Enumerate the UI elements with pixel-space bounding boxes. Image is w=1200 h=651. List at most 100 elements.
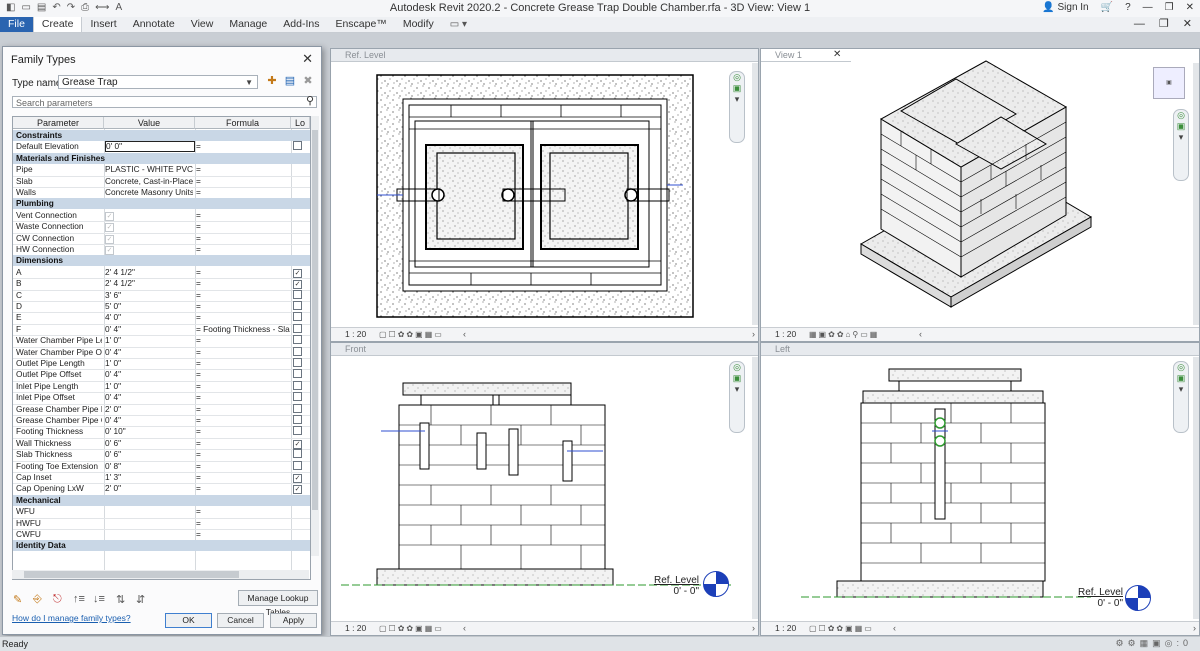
lock-checkbox[interactable] <box>293 449 303 461</box>
tab-insert[interactable]: Insert <box>82 17 124 32</box>
lock-checkbox[interactable] <box>293 369 303 381</box>
search-icon[interactable]: ⚲ <box>306 95 314 107</box>
view-ref-level[interactable]: Ref. Level ◎ ▣ ▾ 1: 20 ▢☐✿✿▣▦▭ ‹ › <box>330 48 759 342</box>
tab-enscape[interactable]: Enscape™ <box>327 17 394 32</box>
parameter-formula[interactable]: = <box>196 278 290 289</box>
close-window-icon[interactable]: ✕ <box>1186 2 1194 13</box>
tab-add-ins[interactable]: Add-Ins <box>275 17 327 32</box>
tab-file[interactable]: File <box>0 17 33 32</box>
new-type-icon[interactable]: ✚ <box>265 74 279 88</box>
value-checkbox[interactable]: ✓ <box>105 223 114 233</box>
parameter-value[interactable]: ✓ <box>105 221 193 233</box>
lock-checkbox[interactable]: ✓ <box>293 278 303 290</box>
parameter-formula[interactable]: = <box>196 506 290 517</box>
cart-icon[interactable]: 🛒 <box>1101 2 1113 13</box>
column-header-parameter[interactable]: Parameter <box>13 117 104 129</box>
parameter-formula[interactable]: = <box>196 244 290 255</box>
view-front[interactable]: Front Ref. Level 0' - 0" ◎ ▣ ▾ 1: 20 ▢☐… <box>330 342 759 636</box>
lock-checkbox[interactable] <box>293 346 303 359</box>
parameter-value[interactable]: 0' 4" <box>105 324 193 335</box>
parameter-formula[interactable]: = <box>196 358 290 369</box>
lock-checkbox[interactable] <box>293 323 303 336</box>
vertical-scrollbar[interactable] <box>752 63 758 325</box>
lock-checkbox[interactable]: ✓ <box>293 472 303 483</box>
lock-checkbox[interactable] <box>293 380 303 393</box>
parameter-value[interactable]: ✓ <box>105 244 193 255</box>
grid-horizontal-scrollbar[interactable] <box>12 570 309 579</box>
parameter-value[interactable]: 4' 0" <box>105 312 193 323</box>
grid-vertical-scrollbar[interactable] <box>311 116 319 556</box>
parameter-value[interactable]: 0' 4" <box>105 347 193 358</box>
parameter-value[interactable]: 2' 0" <box>105 404 193 415</box>
column-header-formula[interactable]: Formula <box>195 117 291 129</box>
lock-checkbox[interactable] <box>293 358 303 370</box>
parameter-formula[interactable]: = <box>196 267 290 278</box>
parameter-formula[interactable]: = <box>196 141 290 152</box>
vertical-scrollbar[interactable] <box>752 357 758 619</box>
tab-annotate[interactable]: Annotate <box>125 17 183 32</box>
parameter-formula[interactable]: = <box>196 176 290 187</box>
scrollbar-thumb[interactable] <box>24 571 239 578</box>
parameter-value[interactable]: 1' 0" <box>105 358 193 369</box>
parameter-value[interactable]: 0' 6" <box>105 438 193 449</box>
parameter-value[interactable]: Concrete Masonry Units <box>105 187 193 198</box>
scroll-left-icon[interactable]: ‹ <box>463 328 466 341</box>
help-link[interactable]: How do I manage family types? <box>12 613 131 623</box>
rename-type-icon[interactable]: ▤ <box>283 74 297 88</box>
lock-checkbox[interactable]: ✓ <box>293 267 303 278</box>
tab-modify[interactable]: Modify <box>395 17 442 32</box>
parameter-value[interactable]: 0' 10" <box>105 426 193 437</box>
type-name-select[interactable]: Grease Trap ▼ <box>58 75 258 89</box>
scroll-left-icon[interactable]: ‹ <box>893 622 896 635</box>
parameter-formula[interactable]: = <box>196 483 290 494</box>
parameter-formula[interactable]: = Footing Thickness - Slab T <box>196 324 290 335</box>
parameter-formula[interactable]: = <box>196 210 290 221</box>
lock-checkbox[interactable] <box>293 426 303 438</box>
dialog-close-icon[interactable]: ✕ <box>302 51 313 67</box>
scrollbar-thumb[interactable] <box>312 130 318 510</box>
level-tag[interactable]: Ref. Level 0' - 0" <box>1065 587 1123 609</box>
parameter-value[interactable]: 0' 8" <box>105 461 193 472</box>
parameter-formula[interactable]: = <box>196 221 290 232</box>
value-checkbox[interactable]: ✓ <box>105 246 114 255</box>
parameter-value[interactable]: 2' 4 1/2" <box>105 267 193 278</box>
tab-view[interactable]: View <box>183 17 222 32</box>
parameter-value[interactable]: PLASTIC - WHITE PVC <box>105 164 193 175</box>
lock-checkbox[interactable]: ✓ <box>293 438 303 449</box>
vertical-scrollbar[interactable] <box>1193 357 1199 619</box>
scroll-right-icon[interactable]: › <box>752 622 755 635</box>
lock-checkbox[interactable] <box>293 335 303 347</box>
move-up-icon[interactable]: ↑≡ <box>73 593 85 605</box>
manage-lookup-tables-button[interactable]: Manage Lookup Tables <box>238 590 318 617</box>
view-scale[interactable]: 1 : 20 <box>345 622 366 635</box>
parameter-formula[interactable]: = <box>196 290 290 301</box>
navigation-bar[interactable]: ◎ ▣ ▾ <box>1173 109 1189 181</box>
scroll-left-icon[interactable]: ‹ <box>463 622 466 635</box>
parameter-value[interactable]: 1' 0" <box>105 381 193 392</box>
navigation-bar[interactable]: ◎ ▣ ▾ <box>729 361 745 433</box>
restore-icon[interactable]: ❐ <box>1165 2 1174 13</box>
parameter-group-header[interactable]: Dimensions <box>13 255 310 267</box>
zoom-icon[interactable]: ▣ <box>730 373 744 384</box>
navbar-options-icon[interactable]: ▾ <box>1174 132 1188 143</box>
navbar-options-icon[interactable]: ▾ <box>730 384 744 395</box>
parameter-formula[interactable]: = <box>196 335 290 346</box>
ribbon-close-icon[interactable]: ✕ <box>1183 17 1192 32</box>
view-scale[interactable]: 1 : 20 <box>775 622 796 635</box>
view-controls-icon[interactable]: ▦▣✿✿⌂⚲▭▦ <box>809 330 879 339</box>
sign-in-link[interactable]: 👤 Sign In <box>1042 2 1088 13</box>
minimize-icon[interactable]: — <box>1143 2 1153 13</box>
view-controls-icon[interactable]: ▢☐✿✿▣▦▭ <box>379 624 444 633</box>
delete-type-icon[interactable]: ✖ <box>301 74 315 88</box>
parameter-value[interactable]: 0' 0" <box>105 141 195 153</box>
lock-checkbox[interactable] <box>293 415 303 427</box>
column-header-lock[interactable]: Lo <box>291 117 310 129</box>
parameter-formula[interactable]: = <box>196 426 290 437</box>
parameter-formula[interactable]: = <box>196 529 290 540</box>
level-tag[interactable]: Ref. Level 0' - 0" <box>641 575 699 597</box>
parameter-formula[interactable]: = <box>196 472 290 483</box>
viewcube[interactable]: ▣ <box>1153 67 1185 99</box>
lock-checkbox[interactable] <box>293 301 303 313</box>
parameter-formula[interactable]: = <box>196 415 290 426</box>
edit-parameter-icon[interactable]: ✎ <box>13 593 22 606</box>
